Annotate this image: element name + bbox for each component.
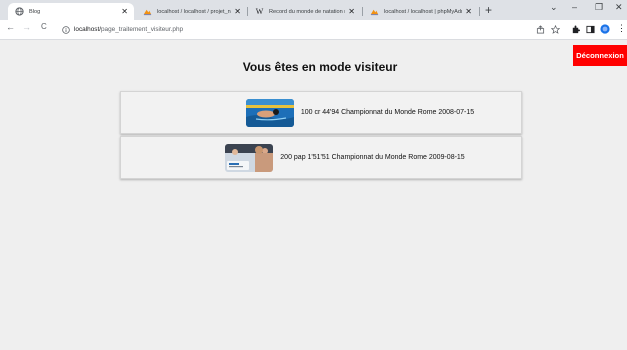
info-icon[interactable] (62, 21, 70, 39)
tab-title: Blog (29, 8, 41, 15)
close-tab-icon[interactable]: ✕ (121, 7, 128, 16)
url-path: page_traitement_visiteur.php (101, 26, 184, 33)
phpmyadmin-icon (370, 7, 379, 16)
forward-icon[interactable]: → (22, 23, 31, 32)
tab-blog[interactable]: Blog ✕ (8, 3, 134, 20)
browser-tab-strip: Blog ✕ localhost / localhost / projet_na… (0, 0, 627, 20)
record-card: 100 cr 44'94 Championnat du Monde Rome 2… (120, 91, 522, 134)
profile-avatar-icon[interactable] (600, 24, 610, 34)
bookmark-star-icon[interactable] (550, 24, 560, 34)
close-tab-icon[interactable]: ✕ (465, 7, 472, 16)
page-title: Vous êtes en mode visiteur (242, 60, 398, 74)
record-text: 200 pap 1'51'51 Championnat du Monde Rom… (280, 154, 465, 161)
back-icon[interactable]: ← (6, 23, 15, 32)
tab-title: localhost / localhost / projet_nat (157, 8, 232, 15)
browser-menu-icon[interactable]: ⋮ (617, 24, 626, 33)
phpmyadmin-icon (143, 7, 152, 16)
tab-phpmyadmin-projet[interactable]: localhost / localhost / projet_nat ✕ (136, 3, 247, 20)
url-text[interactable]: localhost/page_traitement_visiteur.php (74, 26, 183, 33)
minimize-icon[interactable]: – (572, 3, 577, 12)
close-tab-icon[interactable]: ✕ (348, 7, 355, 16)
tab-separator (479, 7, 480, 16)
side-panel-icon[interactable] (585, 24, 595, 34)
new-tab-button[interactable]: + (485, 4, 492, 16)
tab-phpmyadmin[interactable]: localhost / localhost | phpMyAdm ✕ (363, 3, 478, 20)
maximize-icon[interactable]: ❐ (595, 3, 603, 12)
tab-record-natation[interactable]: W Record du monde de natation m ✕ (248, 3, 361, 20)
share-icon[interactable] (535, 24, 545, 34)
browser-toolbar: ← → C localhost/page_traitement_visiteur… (0, 20, 627, 40)
podium-photo (225, 143, 274, 172)
reload-icon[interactable]: C (41, 23, 47, 31)
tab-title: localhost / localhost | phpMyAdm (384, 8, 463, 15)
address-bar[interactable]: localhost/page_traitement_visiteur.php (62, 23, 183, 36)
close-window-icon[interactable]: ✕ (615, 3, 623, 12)
swimming-pool-photo (245, 98, 294, 127)
globe-icon (15, 7, 24, 16)
url-host: localhost/ (74, 26, 101, 33)
tab-search-icon[interactable]: ⌄ (550, 3, 558, 12)
tab-title: Record du monde de natation m (269, 8, 346, 15)
extensions-icon[interactable] (570, 24, 580, 34)
record-card: 200 pap 1'51'51 Championnat du Monde Rom… (120, 136, 522, 179)
record-text: 100 cr 44'94 Championnat du Monde Rome 2… (300, 109, 475, 116)
wikipedia-icon: W (255, 7, 264, 16)
close-tab-icon[interactable]: ✕ (234, 7, 241, 16)
